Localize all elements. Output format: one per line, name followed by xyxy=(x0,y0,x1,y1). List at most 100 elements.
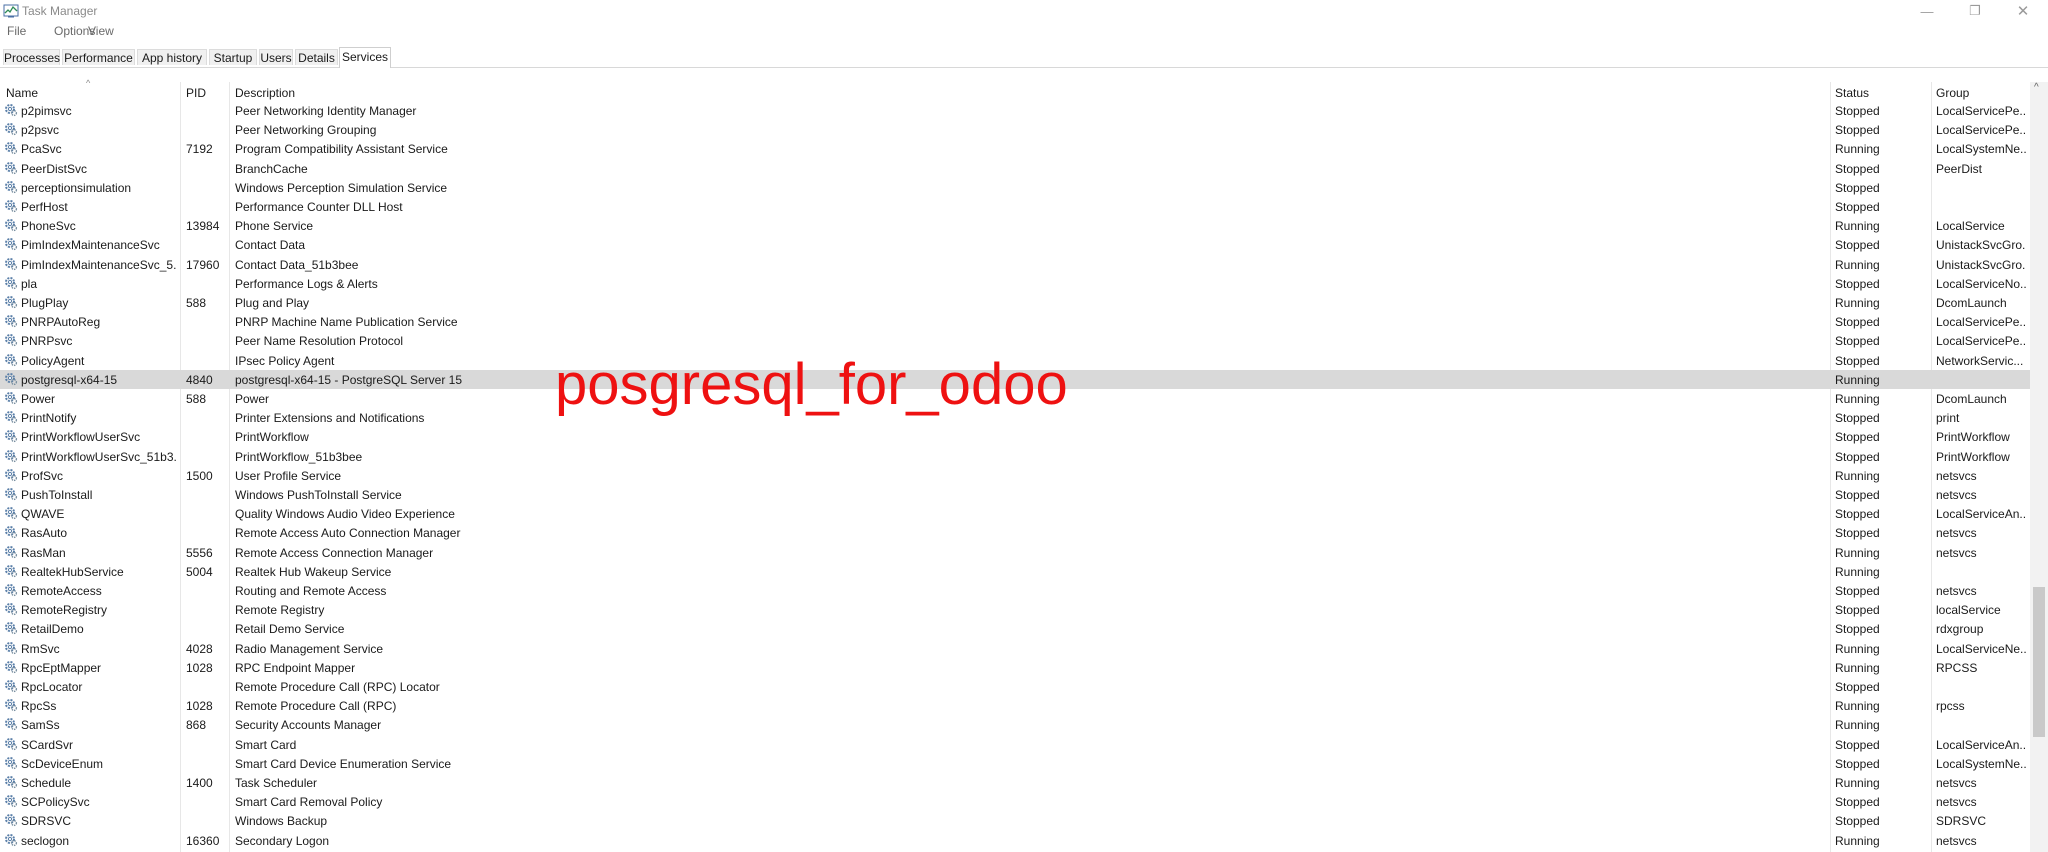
tab-app-history[interactable]: App history xyxy=(137,49,207,65)
service-group: PrintWorkflow xyxy=(1936,449,2010,464)
table-row[interactable]: RemoteRegistry Remote Registry Stopped loca… xyxy=(0,600,2030,619)
menu-view[interactable]: View xyxy=(86,24,116,38)
tab-bar: Processes Performance App history Startu… xyxy=(0,47,2048,68)
table-row[interactable]: PcaSvc 7192 Program Compatibility Assistan… xyxy=(0,139,2030,158)
service-status: Running xyxy=(1835,718,1880,733)
table-row[interactable]: RemoteAccess Routing and Remote Access Sto… xyxy=(0,581,2030,600)
table-row[interactable]: perceptionsimulation Windows Perception S… xyxy=(0,178,2030,197)
gear-service-icon xyxy=(5,411,18,424)
service-status: Stopped xyxy=(1835,180,1880,195)
service-pid: 13984 xyxy=(186,219,220,234)
table-row[interactable]: RpcLocator Remote Procedure Call (RPC) Lo… xyxy=(0,677,2030,696)
table-row[interactable]: PlugPlay 588 Plug and Play Running DcomLaunc… xyxy=(0,293,2030,312)
table-row[interactable]: RealtekHubService 5004 Realtek Hub Wakeup … xyxy=(0,562,2030,581)
table-row[interactable]: RmSvc 4028 Radio Management Service Running… xyxy=(0,639,2030,658)
tab-users[interactable]: Users xyxy=(259,49,293,65)
service-pid: 17960 xyxy=(186,257,220,272)
service-name: RealtekHubService xyxy=(21,564,124,579)
gear-service-icon xyxy=(5,814,18,827)
table-row[interactable]: PimIndexMaintenanceSvc_5... 17960 Contact … xyxy=(0,255,2030,274)
close-button[interactable]: ✕ xyxy=(2000,0,2046,22)
service-name: RetailDemo xyxy=(21,622,84,637)
service-group: LocalServiceAn... xyxy=(1936,507,2026,522)
table-row[interactable]: p2pimsvc Peer Networking Identity Manager… xyxy=(0,101,2030,120)
column-header-status[interactable]: Status xyxy=(1835,86,1869,100)
service-group: PeerDist xyxy=(1936,161,1983,176)
service-description: Remote Access Connection Manager xyxy=(235,545,434,560)
scrollbar-thumb[interactable] xyxy=(2033,587,2045,737)
service-pid: 7192 xyxy=(186,142,213,157)
service-group: PrintWorkflow xyxy=(1936,430,2010,445)
service-group: localService xyxy=(1936,603,2001,618)
table-row[interactable]: pla Performance Logs & Alerts Stopped Local… xyxy=(0,274,2030,293)
service-pid: 1400 xyxy=(186,776,213,790)
table-row[interactable]: p2psvc Peer Networking Grouping Stopped Loc… xyxy=(0,120,2030,139)
table-row[interactable]: PrintWorkflowUserSvc PrintWorkflow Stopped… xyxy=(0,427,2030,446)
table-row[interactable]: RpcEptMapper 1028 RPC Endpoint Mapper Runni… xyxy=(0,658,2030,677)
service-group: netsvcs xyxy=(1936,545,1977,560)
service-status: Stopped xyxy=(1835,315,1880,330)
service-name: PNRPAutoReg xyxy=(21,315,101,330)
table-row[interactable]: seclogon 16360 Secondary Logon Running netsv… xyxy=(0,831,2030,850)
column-header-description[interactable]: Description xyxy=(235,86,295,100)
service-group: netsvcs xyxy=(1936,526,1977,541)
column-header-name[interactable]: Name xyxy=(6,86,38,100)
service-group: rdxgroup xyxy=(1936,622,1984,637)
close-icon: ✕ xyxy=(2016,3,2030,20)
tab-performance[interactable]: Performance xyxy=(62,49,135,65)
service-name: RemoteRegistry xyxy=(21,603,108,618)
table-row[interactable]: PrintWorkflowUserSvc_51b3... PrintWorkflo… xyxy=(0,447,2030,466)
table-row[interactable]: PhoneSvc 13984 Phone Service Running LocalSe… xyxy=(0,216,2030,235)
gear-service-icon xyxy=(5,468,18,481)
service-description: Peer Name Resolution Protocol xyxy=(235,334,404,349)
minimize-button[interactable]: — xyxy=(1904,0,1950,22)
table-row[interactable]: SCPolicySvc Smart Card Removal Policy Stop… xyxy=(0,792,2030,811)
title-bar: Task Manager — ❐ ✕ xyxy=(0,0,2048,22)
table-row[interactable]: SCardSvr Smart Card Stopped LocalServiceAn.… xyxy=(0,735,2030,754)
table-row[interactable]: PNRPAutoReg PNRP Machine Name Publication… xyxy=(0,312,2030,331)
service-description: Realtek Hub Wakeup Service xyxy=(235,564,392,579)
table-row[interactable]: RetailDemo Retail Demo Service Stopped rdxg… xyxy=(0,619,2030,638)
tab-processes[interactable]: Processes xyxy=(3,49,60,65)
table-row[interactable]: PushToInstall Windows PushToInstall Servi… xyxy=(0,485,2030,504)
table-row[interactable]: RasMan 5556 Remote Access Connection Manag… xyxy=(0,543,2030,562)
gear-service-icon xyxy=(5,123,18,136)
table-row[interactable]: RpcSs 1028 Remote Procedure Call (RPC) Runn… xyxy=(0,696,2030,715)
service-group: RPCSS xyxy=(1936,660,1978,675)
table-row[interactable]: RasAuto Remote Access Auto Connection Man… xyxy=(0,523,2030,542)
service-group: netsvcs xyxy=(1936,833,1977,848)
service-description: Smart Card xyxy=(235,737,297,752)
tab-details[interactable]: Details xyxy=(295,49,338,65)
service-name: RasAuto xyxy=(21,526,68,541)
service-name: seclogon xyxy=(21,833,70,848)
service-status: Running xyxy=(1835,392,1880,406)
tab-services[interactable]: Services xyxy=(339,47,391,68)
menu-file[interactable]: File xyxy=(5,24,28,38)
service-name: PushToInstall xyxy=(21,488,93,502)
table-row[interactable]: SDRSVC Windows Backup Stopped SDRSVC xyxy=(0,811,2030,830)
table-row[interactable]: PerfHost Performance Counter DLL Host Stop… xyxy=(0,197,2030,216)
task-manager-icon xyxy=(3,4,19,18)
column-header-group[interactable]: Group xyxy=(1936,86,1969,100)
table-row[interactable]: PimIndexMaintenanceSvc Contact Data Stoppe… xyxy=(0,235,2030,254)
gear-service-icon xyxy=(5,795,18,808)
service-name: PimIndexMaintenanceSvc xyxy=(21,238,160,253)
table-row[interactable]: PeerDistSvc BranchCache Stopped PeerDist xyxy=(0,159,2030,178)
vertical-scrollbar[interactable]: ^ xyxy=(2030,82,2048,852)
table-row[interactable]: ProfSvc 1500 User Profile Service Running ne… xyxy=(0,466,2030,485)
gear-service-icon xyxy=(5,257,18,270)
scroll-up-icon[interactable]: ^ xyxy=(2034,82,2039,93)
table-row[interactable]: PNRPsvc Peer Name Resolution Protocol Stop… xyxy=(0,331,2030,350)
service-status: Stopped xyxy=(1835,411,1880,426)
service-description: PrintWorkflow xyxy=(235,430,309,445)
table-row[interactable]: SamSs 868 Security Accounts Manager Running xyxy=(0,715,2030,734)
table-row[interactable]: ScDeviceEnum Smart Card Device Enumeratio… xyxy=(0,754,2030,773)
gear-service-icon xyxy=(5,660,18,673)
service-status: Running xyxy=(1835,833,1880,848)
column-header-pid[interactable]: PID xyxy=(186,86,206,100)
table-row[interactable]: QWAVE Quality Windows Audio Video Experie… xyxy=(0,504,2030,523)
tab-startup[interactable]: Startup xyxy=(209,49,257,65)
table-row[interactable]: Schedule 1400 Task Scheduler Running netsvcs xyxy=(0,773,2030,792)
gear-service-icon xyxy=(5,545,18,558)
maximize-button[interactable]: ❐ xyxy=(1952,0,1998,22)
